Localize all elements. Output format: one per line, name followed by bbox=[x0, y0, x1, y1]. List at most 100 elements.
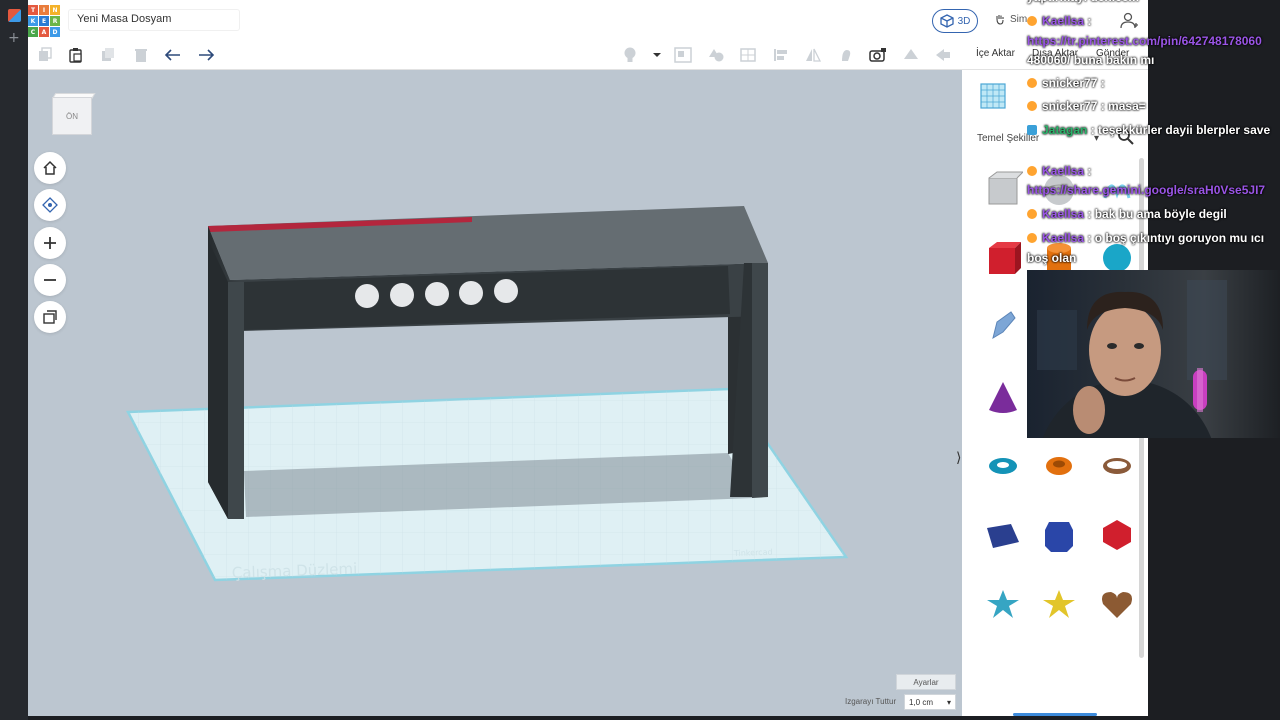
zoom-out-button[interactable] bbox=[34, 264, 66, 296]
shape-heart-brown[interactable] bbox=[1097, 584, 1137, 624]
plus-icon bbox=[44, 237, 56, 249]
view-cube-front-face[interactable]: ÖN bbox=[52, 97, 92, 135]
app-launcher-icon[interactable] bbox=[8, 9, 21, 22]
knob-1[interactable] bbox=[355, 284, 379, 308]
perspective-icon bbox=[43, 310, 57, 324]
light-bulb-icon[interactable] bbox=[621, 46, 639, 64]
user-badge-icon bbox=[1027, 166, 1037, 176]
chat-message: : teşekkürler dayii blerpler save bbox=[1087, 123, 1271, 137]
workplane-icon[interactable] bbox=[739, 46, 757, 64]
settings-button[interactable]: Ayarlar bbox=[896, 674, 956, 690]
logo-letter: D bbox=[50, 27, 60, 37]
shape-hexagonal-prism[interactable] bbox=[1039, 514, 1079, 554]
import-button[interactable]: İçe Aktar bbox=[976, 48, 1015, 59]
chat-username: Kaellsa bbox=[1042, 14, 1085, 28]
knob-4[interactable] bbox=[459, 281, 483, 305]
home-view-button[interactable] bbox=[34, 152, 66, 184]
chat-message: https://tr.pinterest.com/pin/64274817806… bbox=[1027, 34, 1262, 48]
chat-username: Jatagan bbox=[1042, 123, 1088, 137]
shape-box-red[interactable] bbox=[983, 238, 1023, 278]
shape-ring-brown[interactable] bbox=[1097, 446, 1137, 486]
fit-view-button[interactable] bbox=[34, 189, 66, 221]
chat-username: snicker77 bbox=[1042, 99, 1098, 113]
knob-2[interactable] bbox=[390, 283, 414, 307]
knob-3[interactable] bbox=[425, 282, 449, 306]
add-icon[interactable]: + bbox=[8, 30, 20, 46]
grid-view-icon[interactable] bbox=[979, 82, 1007, 110]
hand-icon bbox=[996, 15, 1004, 25]
view-cube[interactable]: ÖN bbox=[52, 93, 96, 135]
chat-message: yaptırmayı denicem bbox=[1027, 0, 1139, 4]
shape-torus-teal[interactable] bbox=[983, 446, 1023, 486]
webcam-overlay bbox=[1027, 270, 1280, 438]
logo-letter: I bbox=[39, 5, 49, 15]
chat-line: Kaellsa : bak bu ama böyle degil bbox=[1027, 205, 1227, 224]
shape-generator-icon[interactable] bbox=[902, 46, 920, 64]
simulate-button[interactable]: Sim bbox=[994, 13, 1027, 25]
shape-wedge-blue[interactable] bbox=[983, 514, 1023, 554]
knob-5[interactable] bbox=[494, 279, 518, 303]
snap-grid-select[interactable]: 1,0 cm ▾ bbox=[904, 694, 956, 710]
zoom-in-button[interactable] bbox=[34, 227, 66, 259]
chat-username: Kaellsa bbox=[1042, 164, 1085, 178]
chat-line: https://share.gemini.google/sraH0Vse5JI7 bbox=[1027, 181, 1265, 200]
logo-letter: T bbox=[28, 5, 38, 15]
more-icon[interactable] bbox=[934, 46, 952, 64]
panel-bottom-tab[interactable] bbox=[1013, 713, 1097, 716]
shape-box-striped[interactable] bbox=[983, 170, 1023, 210]
duplicate-icon[interactable] bbox=[99, 46, 117, 64]
logo-letter: N bbox=[50, 5, 60, 15]
redo-icon[interactable] bbox=[197, 46, 215, 64]
chat-message: https://share.gemini.google/sraH0Vse5JI7 bbox=[1027, 183, 1266, 197]
home-icon bbox=[43, 160, 57, 175]
workplane-scene[interactable]: Çalışma Düzlemi Tinkercad bbox=[28, 70, 962, 716]
workplane-label: Çalışma Düzlemi bbox=[232, 560, 358, 582]
group-icon[interactable] bbox=[674, 46, 692, 64]
shape-tube-orange[interactable] bbox=[1039, 446, 1079, 486]
chat-message: : o boş çıkıntıyı goruyon mu ıcı bbox=[1084, 231, 1265, 245]
os-sidebar: + bbox=[0, 0, 28, 720]
paste-icon[interactable] bbox=[67, 46, 85, 64]
copy-icon[interactable] bbox=[36, 46, 54, 64]
workplane-watermark: Tinkercad bbox=[733, 548, 773, 558]
shape-star-yellow[interactable] bbox=[1039, 584, 1079, 624]
edit-toolbar: İçe Aktar Dışa Aktar Gönder bbox=[28, 40, 1148, 70]
projection-button[interactable] bbox=[34, 301, 66, 333]
delete-icon[interactable] bbox=[132, 46, 150, 64]
user-badge-icon bbox=[1027, 209, 1037, 219]
cruise-icon[interactable] bbox=[837, 46, 855, 64]
tinkercad-logo[interactable]: TIN KER CAD bbox=[28, 5, 60, 37]
tinkercad-app: TINKERCAD Yeni Masa Dosyam 3D Sim İçe Ak… bbox=[28, 0, 1148, 716]
shape-icosahedron-red[interactable] bbox=[1097, 514, 1137, 554]
chat-username: snicker77 bbox=[1042, 76, 1098, 90]
view-3d-toggle[interactable]: 3D bbox=[932, 9, 978, 33]
chat-line: snicker77 : bbox=[1027, 74, 1105, 93]
logo-letter: A bbox=[39, 27, 49, 37]
view-mode-label: 3D bbox=[957, 15, 971, 27]
user-badge-icon bbox=[1027, 78, 1037, 88]
stream-chat-overlay: yaptırmayı denicem Kaellsa : https://tr.p… bbox=[1027, 0, 1280, 270]
chat-message: 480060/ buna bakın mı bbox=[1027, 53, 1155, 67]
logo-letter: R bbox=[50, 16, 60, 26]
mirror-icon[interactable] bbox=[804, 46, 822, 64]
notes-icon[interactable] bbox=[869, 46, 887, 64]
chat-line: Kaellsa : bbox=[1027, 162, 1091, 181]
shape-scribble-pen[interactable] bbox=[983, 306, 1023, 346]
chat-username: Kaellsa bbox=[1042, 207, 1085, 221]
chat-line: boş olan bbox=[1027, 249, 1076, 268]
3d-workspace[interactable]: Çalışma Düzlemi Tinkercad ÖN Ayarlar Izg… bbox=[28, 70, 962, 716]
undo-icon[interactable] bbox=[164, 46, 182, 64]
chat-line: https://tr.pinterest.com/pin/64274817806… bbox=[1027, 32, 1262, 51]
shape-cone-purple[interactable] bbox=[983, 378, 1023, 418]
user-badge-icon bbox=[1027, 233, 1037, 243]
chat-line: yaptırmayı denicem bbox=[1027, 0, 1139, 7]
logo-letter: C bbox=[28, 27, 38, 37]
user-badge-icon bbox=[1027, 16, 1037, 26]
screen: + TINKERCAD Yeni Masa Dosyam 3D Sim İçe … bbox=[0, 0, 1280, 720]
shape-star-teal[interactable] bbox=[983, 584, 1023, 624]
ungroup-icon[interactable] bbox=[707, 46, 725, 64]
align-icon[interactable] bbox=[772, 46, 790, 64]
light-dropdown-icon[interactable] bbox=[648, 46, 666, 64]
document-title[interactable]: Yeni Masa Dosyam bbox=[68, 9, 240, 31]
chat-line: Kaellsa : bbox=[1027, 12, 1091, 31]
